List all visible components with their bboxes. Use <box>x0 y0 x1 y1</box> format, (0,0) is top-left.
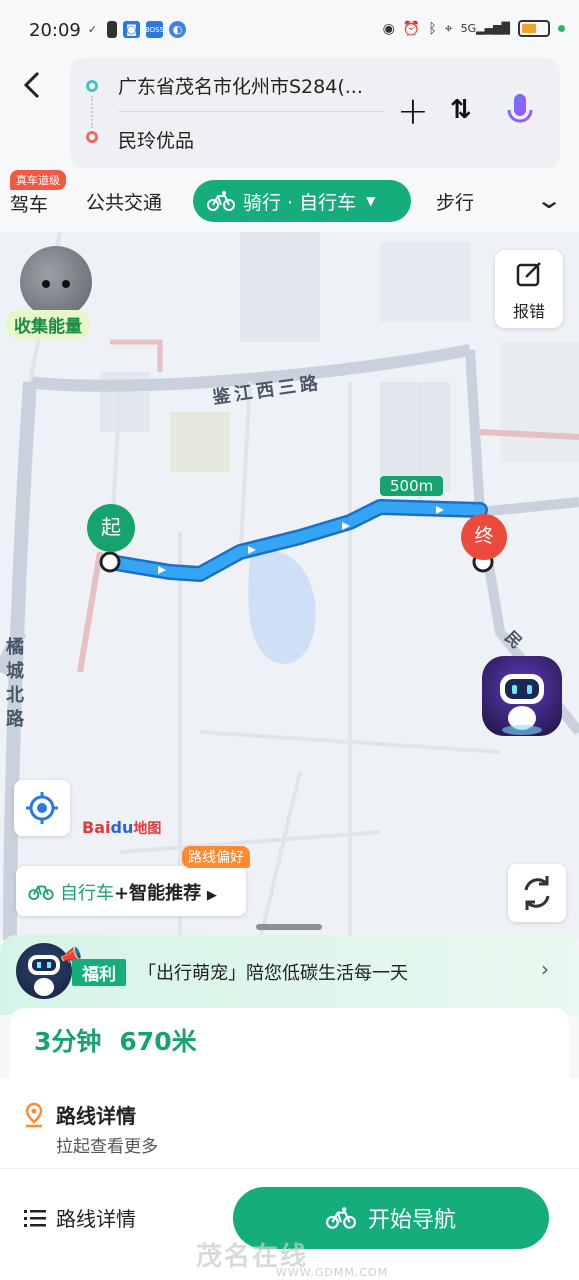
bicycle-icon <box>28 885 54 900</box>
sim-icon <box>107 21 117 38</box>
report-error-button[interactable]: 报错 <box>495 250 563 328</box>
refresh-route-button[interactable] <box>508 864 566 922</box>
bicycle-icon <box>207 191 235 211</box>
route-detail-subtitle: 拉起查看更多 <box>56 1137 158 1157</box>
chevron-left-icon <box>23 71 40 99</box>
tab-cycling[interactable]: 骑行 · 自行车 ▼ <box>193 180 411 222</box>
route-list-label: 路线详情 <box>56 1207 136 1231</box>
route-detail-title: 路线详情 <box>56 1104 136 1128</box>
route-summary[interactable]: 3分钟 670米 <box>10 1008 569 1078</box>
notification-icons: ✓ ◙ BOSS ◐ <box>84 21 186 38</box>
end-pin[interactable]: 终 <box>461 514 507 560</box>
location-icon: ⌖ <box>444 20 453 37</box>
baidu-map-logo: Baidu地图 <box>82 818 162 837</box>
eye-icon: ◉ <box>382 20 395 37</box>
end-location-field[interactable]: 民玲优品 <box>118 126 194 153</box>
status-time: 20:09 <box>29 20 81 41</box>
start-location-field[interactable]: 广东省茂名市化州市S284(... <box>118 72 363 99</box>
signal-icon: 5G▂▄▆█ <box>460 22 510 35</box>
distance-badge: 500m <box>380 476 444 496</box>
start-dot-icon <box>86 80 98 92</box>
robot-icon <box>500 674 544 735</box>
app-icon: ◙ <box>123 21 140 38</box>
promo-text: 「出行萌宠」陪您低碳生活每一天 <box>138 963 408 984</box>
route-list-button[interactable]: 路线详情 <box>24 1203 136 1232</box>
route-connector <box>91 96 93 128</box>
route-input-box: 广东省茂名市化州市S284(... 民玲优品 + ⇅ <box>70 58 560 168</box>
route-pin-icon <box>25 1102 43 1128</box>
tab-transit[interactable]: 公共交通 <box>86 188 162 215</box>
energy-pet-icon[interactable] <box>20 246 92 318</box>
start-pin[interactable]: 起 <box>87 504 135 552</box>
route-header: 广东省茂名市化州市S284(... 民玲优品 + ⇅ <box>0 58 579 170</box>
browser-icon: ◐ <box>169 21 186 38</box>
app-notification-icon: ✓ <box>87 23 98 36</box>
lane-level-badge: 真车道级 <box>10 170 66 190</box>
back-button[interactable] <box>22 70 58 106</box>
expand-tabs-button[interactable]: ⌄ <box>535 186 563 214</box>
start-navigation-label: 开始导航 <box>367 1208 456 1233</box>
sheet-drag-handle[interactable] <box>256 924 322 930</box>
tab-drive[interactable]: 驾车 <box>10 190 48 222</box>
microphone-icon <box>507 94 533 129</box>
route-summary-text: 3分钟 670米 <box>34 1022 197 1058</box>
alarm-icon: ⏰ <box>402 20 421 37</box>
end-dot-icon <box>86 131 98 143</box>
travel-mode-tabs: 真车道级 驾车 公共交通 骑行 · 自行车 ▼ 步行 ⌄ <box>0 170 579 232</box>
tab-cycling-label: 骑行 · 自行车 <box>243 191 357 214</box>
locate-button[interactable] <box>14 780 70 836</box>
voice-button[interactable] <box>506 92 534 132</box>
refresh-icon <box>524 876 550 910</box>
battery-icon <box>518 20 550 37</box>
bluetooth-icon: ᛒ <box>428 20 437 37</box>
locate-icon <box>26 792 58 824</box>
bicycle-icon <box>325 1207 356 1229</box>
collect-energy-label[interactable]: 收集能量 <box>6 310 90 339</box>
route-preference-badge: 路线偏好 <box>182 846 250 868</box>
promo-tag: 福利 <box>72 959 126 986</box>
field-divider <box>118 111 384 112</box>
route-preference-button[interactable]: 自行车+智能推荐 ▶ 路线偏好 <box>16 846 250 916</box>
promo-banner[interactable]: 📣 福利 「出行萌宠」陪您低碳生活每一天 › <box>0 935 579 1015</box>
assistant-robot-icon[interactable] <box>482 656 562 736</box>
caret-down-icon: ▼ <box>366 194 376 208</box>
map-view[interactable]: 鉴江西三路 橘城北路 民 收集能量 报错 500m 起 终 Baidu地图 自行… <box>0 232 579 940</box>
chevron-right-icon: › <box>541 957 549 981</box>
add-waypoint-button[interactable]: + <box>397 92 429 130</box>
boss-icon: BOSS <box>145 21 164 38</box>
status-bar: 20:09 ✓ ◙ BOSS ◐ ◉ ⏰ ᛒ ⌖ 5G▂▄▆█ <box>0 0 579 60</box>
system-icons: ◉ ⏰ ᛒ ⌖ 5G▂▄▆█ <box>383 20 565 37</box>
list-icon <box>24 1209 46 1227</box>
street-label-juchengbei: 橘城北路 <box>6 637 24 730</box>
route-preference-label: 自行车+智能推荐 ▶ <box>60 883 217 904</box>
tab-walk[interactable]: 步行 <box>436 188 474 215</box>
edit-icon <box>516 262 541 287</box>
privacy-dot <box>558 25 565 32</box>
route-distance: 670米 <box>119 1027 197 1056</box>
caret-right-icon: ▶ <box>206 888 217 903</box>
report-error-label: 报错 <box>512 302 545 321</box>
route-detail-section[interactable]: 路线详情 拉起查看更多 <box>0 1078 579 1168</box>
watermark-url: WWW.GDMM.COM <box>276 1266 389 1279</box>
swap-button[interactable]: ⇅ <box>450 95 472 125</box>
route-duration: 3分钟 <box>34 1027 102 1056</box>
